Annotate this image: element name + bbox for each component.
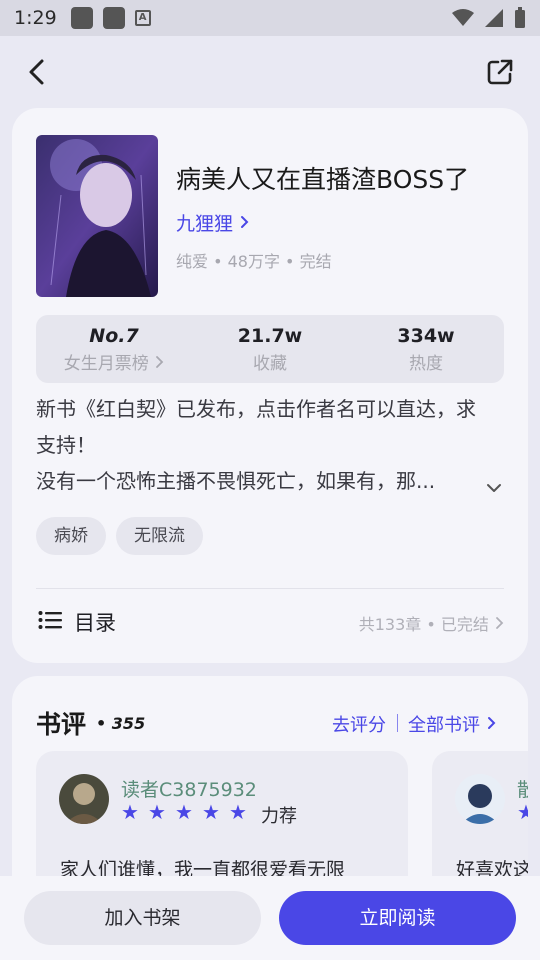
chevron-right-icon [496,617,504,629]
description-line: 没有一个恐怖主播不畏惧死亡，如果有，那... [36,469,436,493]
share-icon[interactable] [484,56,516,88]
status-time: 1:29 [14,7,57,29]
book-title: 病美人又在直播渣BOSS了 [176,165,470,194]
stat-label: 女生月票榜 [36,349,192,374]
chevron-right-icon [487,717,496,729]
signal-icon [485,9,503,27]
review-title: 书评 [36,710,87,739]
reviewer-name: 读者C3875932 [121,779,257,801]
star-icon: ★ [202,800,220,824]
book-cover[interactable] [36,135,158,297]
star-rating: ★ ★ ★ ★ ★ [121,800,248,824]
stat-heat: 334w 热度 [348,315,504,383]
tag[interactable]: 病娇 [36,517,106,555]
stat-label: 收藏 [253,354,287,374]
back-icon[interactable] [22,56,54,88]
toc-row[interactable]: 目录 共133章 • 已完结 [36,602,504,642]
stat-value: 21.7w [237,325,303,347]
star-rating: ★ [517,800,528,824]
star-icon: ★ [121,800,139,824]
stats-box: No.7 女生月票榜 21.7w 收藏 334w 热度 [36,315,504,383]
link-separator [397,714,398,732]
stat-value: 334w [397,325,455,347]
book-description[interactable]: 新书《红白契》已发布，点击作者名可以直达，求 支持！ 没有一个恐怖主播不畏惧死亡… [36,391,506,499]
read-now-button[interactable]: 立即阅读 [279,891,516,945]
tag[interactable]: 无限流 [116,517,203,555]
rating-word: 力荐 [261,806,297,827]
stat-value: No.7 [89,325,139,347]
tag-list: 病娇 无限流 [36,517,203,555]
review-count-value: 355 [111,714,146,733]
all-reviews-label: 全部书评 [408,715,480,736]
battery-icon [515,7,525,28]
description-line: 支持！ [36,433,96,457]
wifi-icon [452,9,474,26]
notification-icon [70,7,93,29]
stat-label: 热度 [409,354,443,374]
chevron-right-icon [241,216,249,228]
stat-rank[interactable]: No.7 女生月票榜 [36,315,192,383]
toc-info: 共133章 • 已完结 [359,611,504,635]
description-line: 新书《红白契》已发布，点击作者名可以直达，求 [36,397,476,421]
review-count: • 355 [96,714,146,733]
star-icon: ★ [148,800,166,824]
star-icon: ★ [517,800,528,824]
avatar [59,774,109,824]
author-name: 九狸狸 [176,213,234,235]
toc-info-text: 共133章 • 已完结 [358,615,489,634]
notification-icon [102,7,125,29]
star-icon: ★ [229,800,247,824]
divider [36,588,504,589]
status-indicators [452,7,526,29]
chevron-right-icon [156,356,164,368]
font-notification-icon: A [134,10,151,26]
status-bar: 1:29 A [0,0,540,36]
chevron-down-icon[interactable] [484,478,504,498]
top-nav [0,36,540,108]
bottom-action-bar: 加入书架 立即阅读 [0,876,540,960]
stat-favorites: 21.7w 收藏 [192,315,348,383]
author-link[interactable]: 九狸狸 [176,209,251,236]
book-meta: 纯爱 • 48万字 • 完结 [176,252,332,271]
avatar [455,774,505,824]
stat-label-text: 女生月票榜 [63,354,149,374]
all-reviews-link[interactable]: 全部书评 [408,711,498,737]
list-icon [38,611,62,629]
star-icon: ★ [175,800,193,824]
add-to-shelf-button[interactable]: 加入书架 [24,891,261,945]
rate-link[interactable]: 去评分 [332,711,386,737]
book-info-card: 病美人又在直播渣BOSS了 九狸狸 纯爱 • 48万字 • 完结 No.7 女生… [12,108,528,663]
toc-label: 目录 [74,611,116,635]
reviewer-name: 散 [517,779,528,801]
